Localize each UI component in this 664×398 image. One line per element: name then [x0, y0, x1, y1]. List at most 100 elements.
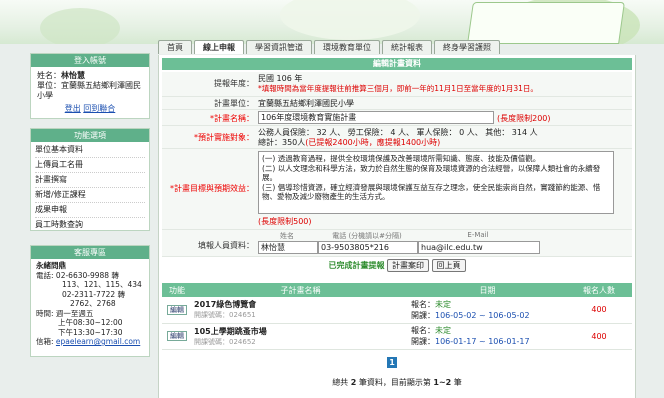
signup-label: 報名：: [411, 326, 435, 335]
time-days: 週一至週五: [55, 308, 94, 318]
contact-org: 永緒問鼎: [36, 261, 66, 270]
back-button[interactable]: 回上頁: [431, 259, 466, 272]
tab-passport[interactable]: 終身學習護照: [434, 40, 500, 54]
menu-item-upload-roster[interactable]: 上傳員工名冊: [35, 158, 145, 173]
course-id-label: 開課號碼：: [194, 311, 229, 320]
goal-textarea[interactable]: (一) 透過教育過程，提供全校環境保護及改善環境所需知識、態度、技能及價值觀。 …: [258, 151, 614, 214]
th-date: 日期: [409, 283, 566, 297]
target-total: 總計：350人: [258, 138, 306, 147]
hours-note: (已提報2400小時，應提報1400小時): [305, 138, 441, 147]
tel-label: 電話:: [36, 270, 54, 280]
col-name: 姓名: [280, 232, 294, 240]
logout-link[interactable]: 登出: [65, 104, 81, 113]
page-1-button[interactable]: 1: [387, 357, 397, 368]
tab-home[interactable]: 首頁: [158, 40, 192, 54]
menu-item-unit-info[interactable]: 單位基本資料: [35, 143, 145, 158]
contact-mail-input[interactable]: hua@ilc.edu.tw: [418, 241, 540, 254]
row-goals: *計畫目標與預期效益： (一) 透過教育過程，提供全校環境保護及改善環境所需知識…: [162, 149, 632, 230]
table-header: 功能 子計畫名稱 日期 報名人數: [162, 283, 632, 297]
signup-label: 報名：: [411, 299, 435, 309]
signup-status: 未定: [435, 326, 451, 335]
plan-name-label-text: *計畫名稱：: [210, 114, 254, 123]
th-count: 報名人數: [566, 283, 632, 297]
menu-item-course-edit[interactable]: 新增/修正課程: [35, 188, 145, 203]
unit-label: 計畫單位：: [214, 99, 254, 108]
open-label: 開課：: [411, 337, 435, 346]
plan-name-input[interactable]: 106年度環境教育實施計畫: [258, 111, 494, 124]
open-date: 106-05-02 ~ 106-05-02: [435, 310, 530, 320]
edit-button[interactable]: 編輯: [167, 331, 187, 341]
row-unit: 計畫單位： 宜蘭縣五結鄉利澤國民小學: [162, 97, 632, 110]
signup-count: 400: [566, 323, 632, 350]
plan-name-limit: (長度限制200): [497, 114, 551, 123]
contact-tel-input[interactable]: 03-9503805*216: [318, 241, 418, 254]
row-year: 提報年度： 民國 106 年 *填報時間為當年度提報往前推算三個月，即前一年的1…: [162, 72, 632, 97]
year-note: *填報時間為當年度提報往前推算三個月，即前一年的11月1日至當年度的1月31日。: [258, 84, 538, 93]
login-panel: 登入帳號 姓名：林怡慧 單位：宜蘭縣五結鄉利澤國民小學 登出 回到聯合: [30, 53, 150, 119]
menu-item-hours-query[interactable]: 員工時數查詢: [35, 218, 145, 232]
time-label: 時間:: [36, 308, 54, 318]
goal-2: (二) 以人文理念和科學方法，致力於自然生態的保育及環境資源的合法經營，以保障人…: [262, 163, 601, 183]
open-date: 106-01-17 ~ 106-01-17: [435, 337, 530, 346]
contact-email-link[interactable]: epaelearn@gmail.com: [56, 337, 140, 346]
summary-total: 2: [350, 378, 357, 387]
row-plan-name: *計畫名稱： 106年度環境教育實施計畫 (長度限制200): [162, 110, 632, 126]
col-tel: 電話 (分機請以#分隔): [332, 232, 402, 240]
main-tabs: 首頁 線上申報 學習資訊管道 環境教育單位 統計報表 終身學習護照: [158, 40, 500, 54]
course-id-label: 開課號碼：: [194, 337, 229, 346]
tel-1: 02-6630-9988 轉: [55, 270, 119, 280]
mail-label: 信箱:: [36, 337, 54, 346]
tab-learning-info[interactable]: 學習資訊管道: [246, 40, 312, 54]
table-row: 編輯 105上學期跳蚤市場 開課號碼：024652 報名：未定 開課：106-01-…: [162, 323, 632, 350]
course-id: 024651: [229, 311, 256, 320]
tab-statistics[interactable]: 統計報表: [382, 40, 432, 54]
tel-2-ext: 2762、2768: [70, 299, 116, 308]
tel-2: 02-2311-7722 轉: [62, 289, 126, 299]
tel-1-ext: 113、121、115、434: [62, 280, 142, 289]
plan-name-label: *計畫名稱：: [162, 113, 254, 124]
subplan-title: 2017綠色博覽會: [194, 300, 257, 310]
year-label: 提報年度：: [214, 79, 254, 88]
print-plan-button[interactable]: 計畫案印: [387, 259, 429, 272]
login-title: 登入帳號: [31, 54, 149, 67]
summary-mid: 筆資料，目前顯示第: [358, 378, 431, 387]
tab-env-edu-unit[interactable]: 環境教育單位: [314, 40, 380, 54]
signup-count: 400: [566, 297, 632, 324]
pager-summary: 總共 2 筆資料，目前顯示第 1~2 筆: [159, 377, 635, 388]
goal-label: *計畫目標與預期效益：: [162, 183, 254, 194]
menu-item-plan-write[interactable]: 計畫撰寫: [35, 173, 145, 188]
summary-pre: 總共: [332, 378, 349, 387]
user-name: 林怡慧: [61, 71, 85, 80]
contact-panel: 客服專區 永緒問鼎 電話: 02-6630-9988 轉 113、121、115…: [30, 245, 150, 357]
contact-title: 客服專區: [31, 246, 149, 259]
subplan-table: 功能 子計畫名稱 日期 報名人數 編輯 2017綠色博覽會 開課號碼：024651…: [162, 283, 632, 350]
subplan-title: 105上學期跳蚤市場: [194, 326, 267, 336]
goal-limit: (長度限制500): [258, 217, 312, 226]
name-label: 姓名：: [37, 71, 61, 80]
target-label-text: *預計實施對象：: [194, 133, 254, 142]
book-illustration: [467, 2, 625, 44]
course-id: 024652: [229, 337, 256, 346]
goal-3: (三) 倡導珍惜資源，確立經濟發展與環境保護互益互存之理念，使全民能崇尚自然，實…: [262, 182, 601, 202]
time-morning: 上午08:30~12:00: [58, 318, 123, 327]
th-subplan: 子計畫名稱: [192, 283, 409, 297]
row-target: *預計實施對象： 公務人員保險： 32 人、 勞工保險： 4 人、 軍人保險： …: [162, 126, 632, 149]
contact-label: 填報人員資料：: [198, 241, 254, 250]
time-afternoon: 下午13:30~17:30: [58, 327, 123, 337]
done-message: 已完成計畫提報: [328, 261, 385, 270]
col-mail: E-Mail: [467, 231, 489, 239]
goal-label-text: *計畫目標與預期效益：: [170, 184, 254, 193]
contact-name-input[interactable]: 林怡慧: [258, 241, 318, 254]
menu-item-result-report[interactable]: 成果申報: [35, 203, 145, 218]
summary-post: 筆: [453, 378, 462, 387]
back-link[interactable]: 回到聯合: [83, 104, 115, 113]
menu-title: 功能選項: [31, 129, 149, 142]
form-actions: 已完成計畫提報 計畫案印 回上頁: [162, 258, 632, 273]
goal-1: (一) 透過教育過程，提供全校環境保護及改善環境所需知識、態度、技能及價值觀。: [262, 154, 541, 163]
menu-panel: 功能選項 單位基本資料 上傳員工名冊 計畫撰寫 新增/修正課程 成果申報 員工時…: [30, 128, 150, 231]
signup-status: 未定: [435, 299, 451, 309]
th-function: 功能: [162, 283, 192, 297]
edit-button[interactable]: 編輯: [167, 304, 187, 315]
table-row: 編輯 2017綠色博覽會 開課號碼：024651 報名：未定 開課：106-05-0…: [162, 297, 632, 324]
tab-online-report[interactable]: 線上申報: [194, 40, 244, 54]
